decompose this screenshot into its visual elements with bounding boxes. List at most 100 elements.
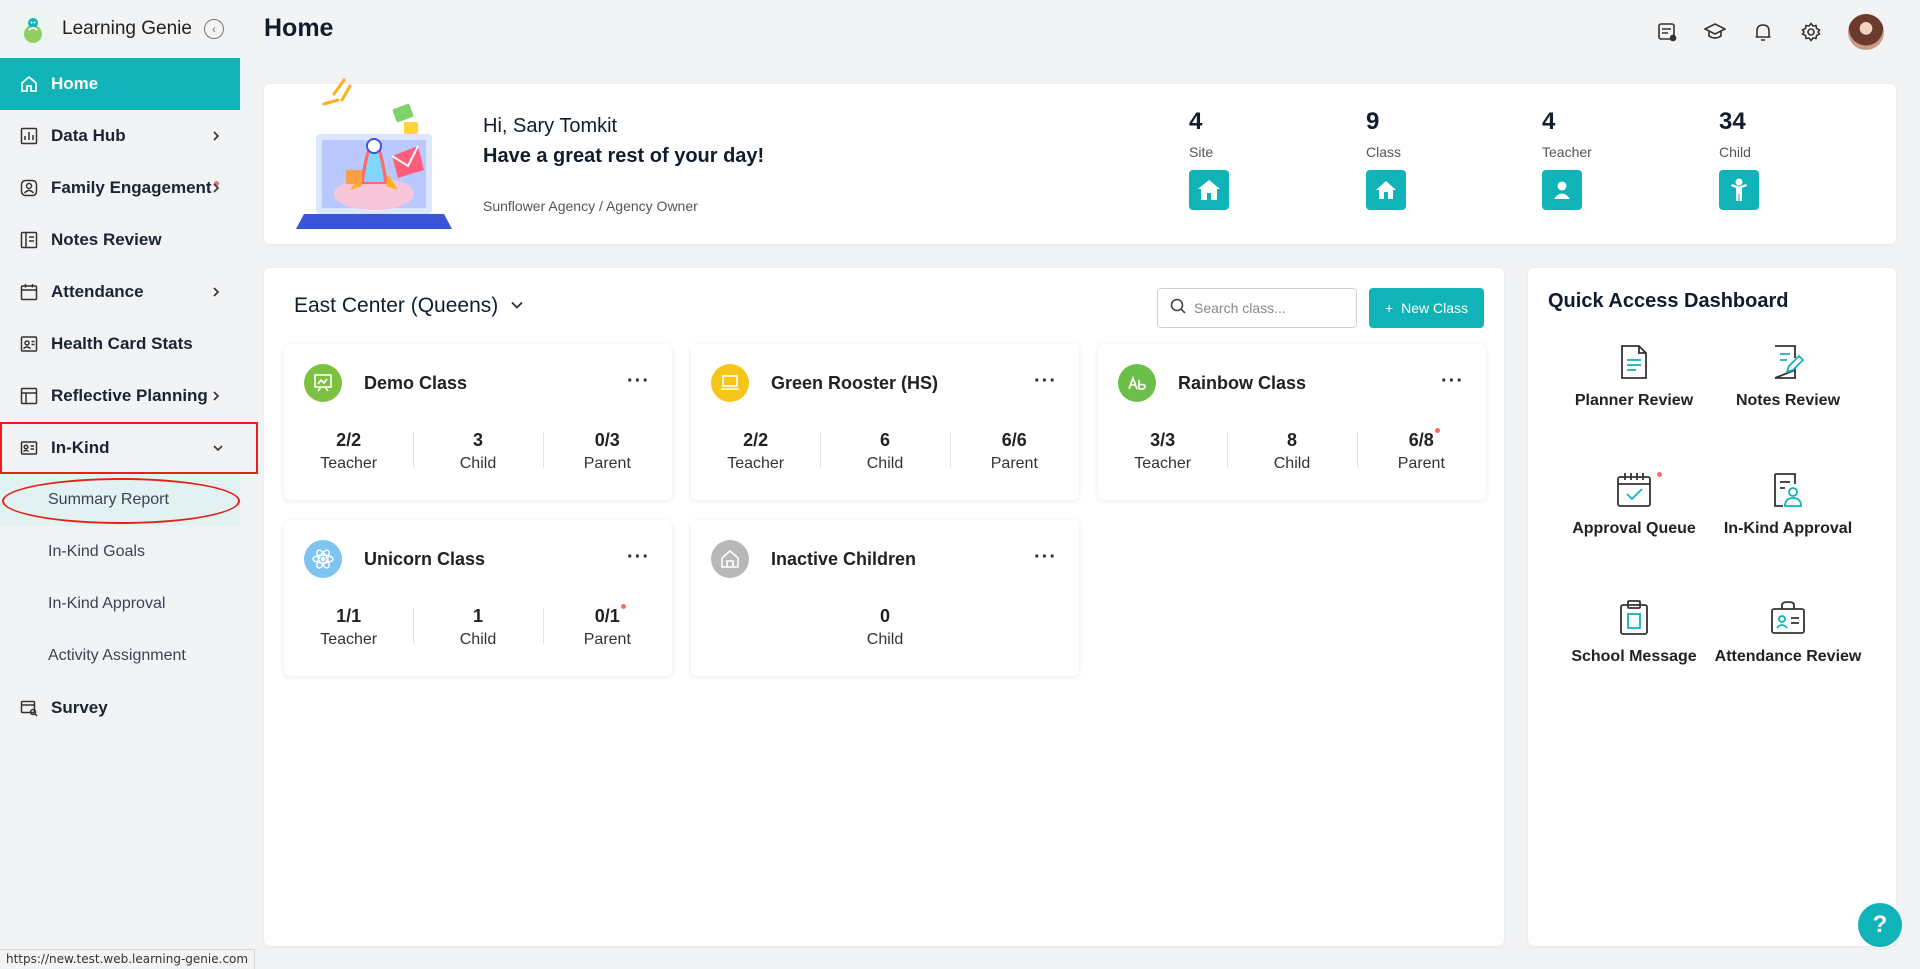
more-options-icon[interactable]: ···	[1034, 370, 1057, 393]
quick-access-in-kind-approval[interactable]: In-Kind Approval	[1708, 470, 1868, 538]
more-options-icon[interactable]: ···	[1441, 370, 1464, 393]
class-card-unicorn-class[interactable]: Unicorn Class ··· 1/1 Teacher 1 Child 0/1 P…	[284, 520, 672, 676]
chevron-right-icon	[206, 386, 226, 406]
notification-dot	[1434, 428, 1440, 433]
help-button[interactable]: ?	[1858, 903, 1902, 947]
more-options-icon[interactable]: ···	[1034, 546, 1057, 569]
quick-access-approval-queue[interactable]: Approval Queue	[1554, 470, 1714, 538]
center-selector[interactable]: East Center (Queens)	[294, 294, 524, 318]
planner-doc-icon	[1614, 342, 1654, 382]
sidebar-item-attendance[interactable]: Attendance	[0, 266, 240, 318]
new-class-button[interactable]: + New Class	[1369, 288, 1484, 328]
class-stats: 2/2 Teacher 3 Child 0/3 Parent	[284, 430, 672, 473]
sidebar-item-label: Attendance	[51, 282, 144, 301]
avatar[interactable]	[1848, 14, 1884, 50]
stat-value: 0/1	[594, 604, 626, 627]
brand: Learning Genie ‹	[0, 0, 240, 58]
class-card-rainbow-class[interactable]: Rainbow Class ··· 3/3 Teacher 8 Child 6/8 P…	[1098, 344, 1486, 500]
class-card-demo-class[interactable]: Demo Class ··· 2/2 Teacher 3 Child 0/3 Pare…	[284, 344, 672, 500]
stat-value: 4	[1542, 108, 1556, 135]
class-stat: 6/6 Parent	[949, 430, 1079, 473]
sidebar-item-home[interactable]: Home	[0, 58, 240, 110]
chevron-right-icon	[206, 282, 226, 302]
teacher-person-icon[interactable]	[1542, 170, 1582, 210]
stat-child: 34 Child	[1719, 108, 1759, 210]
stat-label: Parent	[583, 455, 631, 472]
sidebar: Learning Genie ‹ Home Data Hub Family En…	[0, 0, 258, 969]
greeting-message: Have a great rest of your day!	[483, 145, 765, 167]
graduation-cap-icon[interactable]	[1704, 21, 1726, 43]
house-outline-icon	[711, 540, 749, 578]
welcome-card: Hi, Sary Tomkit Have a great rest of you…	[264, 78, 1896, 244]
gear-icon[interactable]	[1800, 21, 1822, 43]
stat-value-text: 0/1	[594, 606, 620, 626]
stat-label: Parent	[583, 631, 631, 648]
sidebar-subitem-summary-report[interactable]: Summary Report	[0, 474, 240, 526]
message-list-icon[interactable]	[1656, 21, 1678, 43]
stat-value: 3	[472, 430, 483, 450]
stat-value: 0	[879, 606, 890, 626]
class-name: Inactive Children	[771, 549, 917, 569]
bell-icon[interactable]	[1752, 21, 1774, 43]
sidebar-subitem-activity-assignment[interactable]: Activity Assignment	[0, 630, 240, 682]
stat-label: Teacher	[727, 455, 785, 472]
stat-label: Teacher	[320, 455, 378, 472]
search-class-input[interactable]	[1194, 300, 1344, 316]
sidebar-subitem-in-kind-approval[interactable]: In-Kind Approval	[0, 578, 240, 630]
sidebar-item-label: In-Kind	[51, 438, 110, 457]
site-home-icon[interactable]	[1189, 170, 1229, 210]
sidebar-subitem-in-kind-goals[interactable]: In-Kind Goals	[0, 526, 240, 578]
classes-panel: East Center (Queens) + New Class Demo Cl…	[264, 268, 1504, 946]
quick-access-label: In-Kind Approval	[1723, 520, 1853, 537]
notification-dot	[1657, 472, 1662, 477]
organization-role: Sunflower Agency / Agency Owner	[483, 198, 698, 214]
stat-value: 1/1	[336, 606, 362, 626]
sidebar-item-notes-review[interactable]: Notes Review	[0, 214, 240, 266]
planning-icon	[19, 386, 39, 406]
class-card-green-rooster[interactable]: Green Rooster (HS) ··· 2/2 Teacher 6 Child…	[691, 344, 1079, 500]
stat-label: Parent	[990, 455, 1038, 472]
quick-access-notes-review[interactable]: Notes Review	[1708, 342, 1868, 410]
sidebar-item-survey[interactable]: Survey	[0, 682, 240, 734]
quick-access-label: Attendance Review	[1714, 648, 1862, 665]
sidebar-item-health-card-stats[interactable]: Health Card Stats	[0, 318, 240, 370]
sidebar-item-reflective-planning[interactable]: Reflective Planning	[0, 370, 240, 422]
more-options-icon[interactable]: ···	[627, 370, 650, 393]
more-options-icon[interactable]: ···	[627, 546, 650, 569]
new-class-label: New Class	[1401, 300, 1469, 316]
in-kind-icon	[19, 438, 39, 458]
stat-label: Child	[459, 455, 497, 472]
class-stats: 3/3 Teacher 8 Child 6/8 Parent	[1098, 428, 1486, 473]
page-title: Home	[264, 14, 334, 42]
stat-value: 6/8	[1408, 428, 1440, 451]
sidebar-item-in-kind[interactable]: In-Kind	[0, 422, 258, 474]
stat-label: Child	[459, 631, 497, 648]
class-home-icon[interactable]	[1366, 170, 1406, 210]
sidebar-item-label: Survey	[51, 698, 108, 717]
stat-value-text: 6/8	[1408, 430, 1434, 450]
sidebar-nav: Home Data Hub Family Engagement Notes Re…	[0, 58, 258, 734]
class-name: Green Rooster (HS)	[771, 373, 939, 393]
sidebar-item-label: Notes Review	[51, 230, 162, 249]
learning-genie-logo	[16, 12, 50, 46]
stat-label: Teacher	[320, 631, 378, 648]
sidebar-item-family-engagement[interactable]: Family Engagement	[0, 162, 240, 214]
stat-teacher: 4 Teacher	[1542, 108, 1592, 210]
stat-label: Child	[866, 455, 904, 472]
quick-access-planner-review[interactable]: Planner Review	[1554, 342, 1714, 410]
quick-access-school-message[interactable]: School Message	[1554, 598, 1714, 666]
family-icon	[19, 178, 39, 198]
quick-access-attendance-review[interactable]: Attendance Review	[1708, 598, 1868, 666]
class-card-inactive-children[interactable]: Inactive Children ··· 0 Child	[691, 520, 1079, 676]
stat-label: Parent	[1397, 455, 1445, 472]
class-stats: 1/1 Teacher 1 Child 0/1 Parent	[284, 604, 672, 649]
sidebar-item-label: Data Hub	[51, 126, 126, 145]
calendar-check-icon	[1614, 470, 1662, 510]
class-stat: 6/8 Parent	[1356, 428, 1486, 473]
chevron-left-circle-icon[interactable]: ‹	[203, 19, 224, 39]
home-icon	[19, 74, 39, 94]
sidebar-subitem-label: Activity Assignment	[48, 647, 186, 664]
child-icon[interactable]	[1719, 170, 1759, 210]
stat-value: 8	[1286, 430, 1297, 450]
sidebar-item-data-hub[interactable]: Data Hub	[0, 110, 240, 162]
